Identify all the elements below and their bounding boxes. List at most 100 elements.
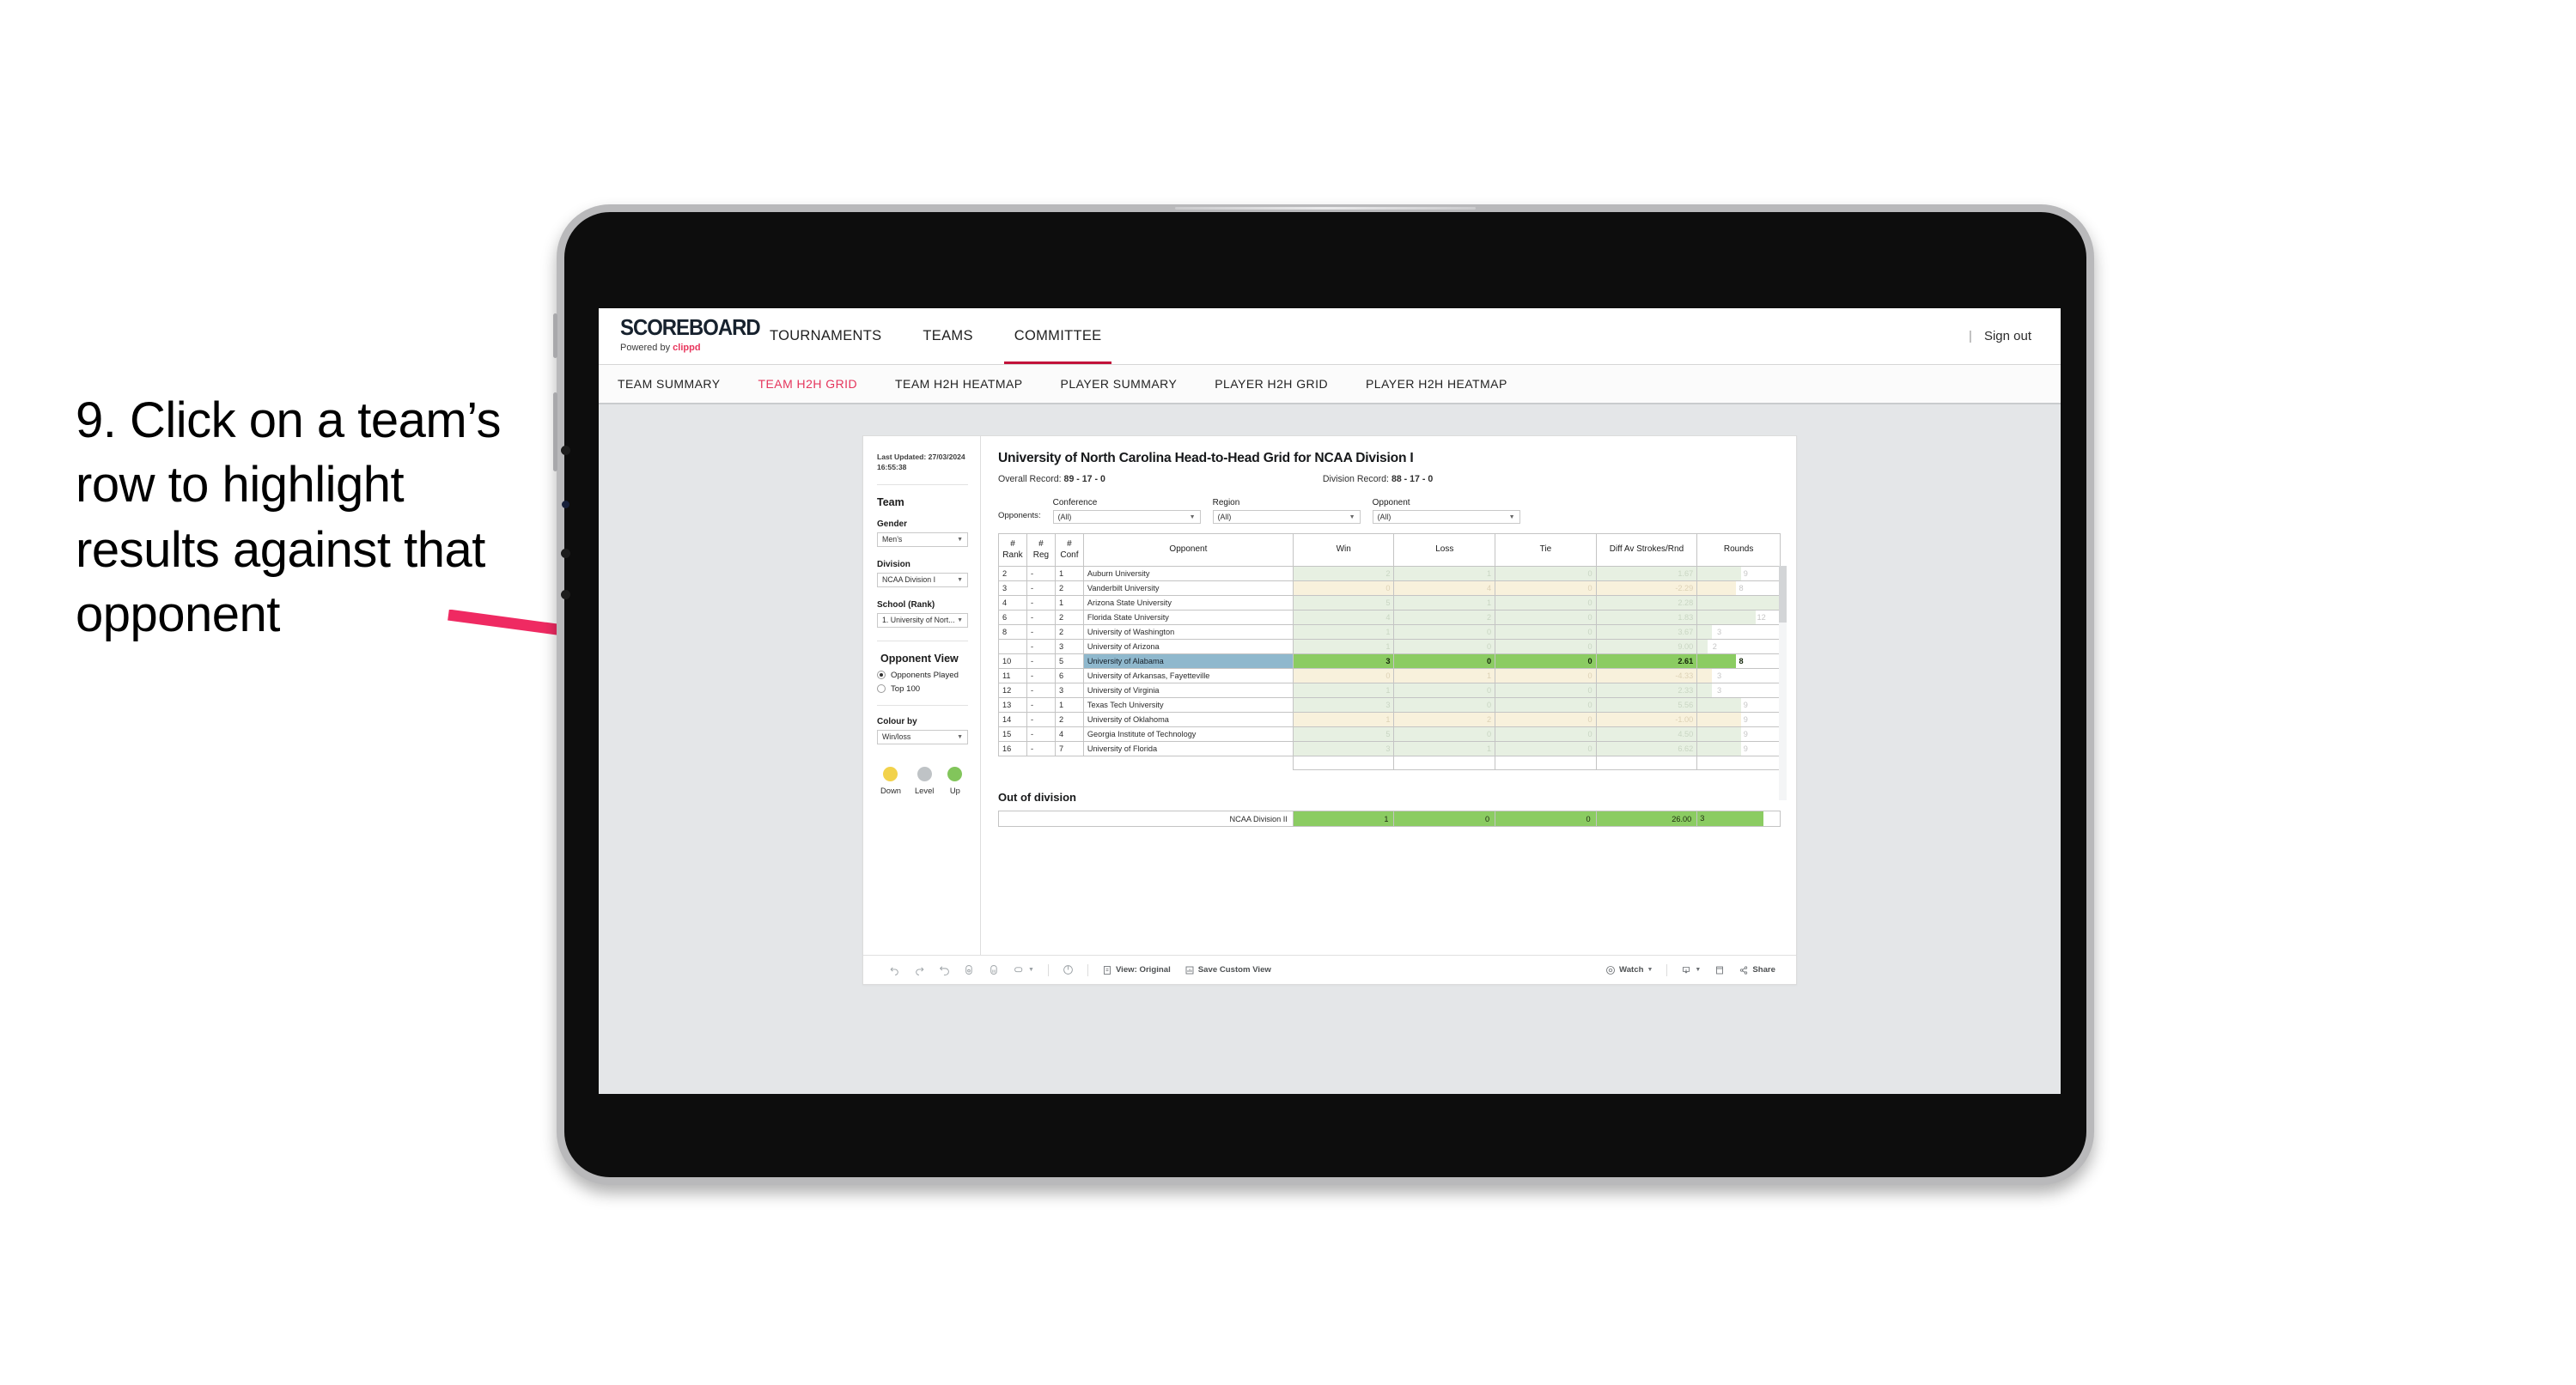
pan-icon[interactable]: ▼	[1007, 964, 1041, 975]
redo-icon[interactable]	[907, 964, 932, 975]
scrollbar-thumb[interactable]	[1779, 566, 1787, 623]
region-filter-label: Region	[1212, 498, 1240, 507]
table-scrollbar[interactable]	[1779, 566, 1787, 800]
cell-diff: 4.50	[1595, 726, 1698, 742]
table-row[interactable]: 16-7 University of Florida 3 1 0 6.62 9	[998, 741, 1781, 756]
radio-top-100[interactable]: Top 100	[877, 684, 968, 694]
cell-win: 3	[1292, 741, 1395, 756]
watch-label: Watch	[1619, 965, 1644, 975]
cell-diff: 2.28	[1595, 595, 1698, 610]
radio-opponents-played[interactable]: Opponents Played	[877, 671, 968, 680]
cell-rounds: 12	[1696, 610, 1781, 625]
table-header: # Rank # Reg # Conf Opponent Win Loss Ti…	[998, 533, 1781, 567]
colour-by-value: Win/loss	[882, 732, 911, 742]
table-header-row: # Rank # Reg # Conf Opponent Win Loss Ti…	[998, 533, 1781, 567]
chevron-down-icon: ▼	[957, 576, 963, 583]
school-select[interactable]: 1. University of Nort... ▼	[877, 612, 968, 628]
ood-label: NCAA Division II	[998, 811, 1294, 827]
watch-button[interactable]: Watch ▼	[1599, 965, 1659, 975]
nav-teams[interactable]: TEAMS	[902, 308, 993, 364]
opponent-filter-value: (All)	[1377, 513, 1392, 521]
cell-rounds: 8	[1696, 653, 1781, 669]
legend-up: Up	[947, 766, 963, 795]
cell-rounds: 9	[1696, 712, 1781, 727]
highlight-icon[interactable]	[1056, 964, 1081, 975]
share-label: Share	[1752, 965, 1775, 975]
table-row[interactable]: 8-2 University of Washington 1 0 0 3.67 3	[998, 624, 1781, 640]
tab-player-h2h-grid[interactable]: PLAYER H2H GRID	[1196, 377, 1347, 391]
ood-tie: 0	[1495, 811, 1597, 827]
col-conf: # Conf	[1054, 533, 1084, 567]
fullscreen-button[interactable]	[1708, 965, 1732, 975]
radio-opponents-played-label: Opponents Played	[891, 670, 959, 680]
division-select[interactable]: NCAA Division I ▼	[877, 572, 968, 587]
table-row[interactable]: 13-1 Texas Tech University 3 0 0 5.56 9	[998, 697, 1781, 713]
cell-win: 3	[1292, 697, 1395, 713]
cell-reg: -	[1026, 697, 1056, 713]
chevron-down-icon: ▼	[957, 536, 963, 543]
last-updated: Last Updated: 27/03/2024 16:55:38	[877, 452, 968, 473]
ood-rounds: 3	[1696, 811, 1781, 827]
save-custom-view-button[interactable]: Save Custom View	[1178, 965, 1278, 975]
opponent-filter-select[interactable]: (All) ▼	[1372, 510, 1520, 524]
colour-by-select[interactable]: Win/loss ▼	[877, 729, 968, 744]
cell-win: 5	[1292, 726, 1395, 742]
tab-team-h2h-grid[interactable]: TEAM H2H GRID	[740, 377, 877, 391]
table-row[interactable]: -3 University of Arizona 1 0 0 9.00 2	[998, 639, 1781, 654]
nav-tournaments[interactable]: TOURNAMENTS	[749, 308, 902, 364]
share-button[interactable]: Share	[1732, 965, 1782, 975]
tab-team-summary[interactable]: TEAM SUMMARY	[618, 377, 740, 391]
tab-player-h2h-heatmap[interactable]: PLAYER H2H HEATMAP	[1347, 377, 1526, 391]
save-custom-view-label: Save Custom View	[1197, 965, 1271, 975]
volume-down-button[interactable]	[553, 392, 557, 471]
out-of-division-row[interactable]: NCAA Division II 1 0 0 26.00 3	[998, 811, 1781, 827]
cell-tie: 0	[1495, 653, 1597, 669]
chevron-down-icon: ▼	[1695, 967, 1702, 973]
cell-rounds: 17	[1696, 595, 1781, 610]
cell-loss: 1	[1393, 595, 1496, 610]
cell-tie: 0	[1495, 595, 1597, 610]
download-button[interactable]: ▼	[1674, 965, 1708, 975]
table-row[interactable]: 3-2 Vanderbilt University 0 4 0 -2.29 8	[998, 580, 1781, 596]
gender-select[interactable]: Men’s ▼	[877, 532, 968, 547]
table-row[interactable]: 2-1 Auburn University 2 1 0 1.67 9	[998, 566, 1781, 581]
tablet-screen: SCOREBOARD Powered by clippd TOURNAMENTS…	[599, 308, 2061, 1094]
region-filter-select[interactable]: (All) ▼	[1212, 510, 1361, 524]
volume-up-button[interactable]	[553, 313, 557, 358]
undo-icon[interactable]	[882, 964, 907, 975]
cell-reg: -	[1026, 726, 1056, 742]
cell-tie: 0	[1495, 697, 1597, 713]
revert-icon[interactable]	[932, 964, 957, 975]
view-area: University of North Carolina Head-to-Hea…	[981, 436, 1796, 955]
radio-icon-selected	[877, 671, 886, 680]
brand-logo[interactable]: SCOREBOARD Powered by clippd	[599, 308, 761, 364]
cell-win: 1	[1292, 712, 1395, 727]
table-row[interactable]: 12-3 University of Virginia 1 0 0 2.33 3	[998, 683, 1781, 698]
cell-opponent: University of Oklahoma	[1082, 712, 1294, 727]
pause-refresh-icon[interactable]	[982, 964, 1007, 975]
spacer-left	[998, 756, 1294, 770]
table-row[interactable]: 15-4 Georgia Institute of Technology 5 0 0 4.…	[998, 726, 1781, 742]
chevron-down-icon: ▼	[957, 733, 963, 740]
tab-player-summary[interactable]: PLAYER SUMMARY	[1042, 377, 1197, 391]
view-original-button[interactable]: View: Original	[1095, 965, 1178, 975]
refresh-icon[interactable]	[957, 964, 982, 975]
nav-committee[interactable]: COMMITTEE	[994, 308, 1123, 364]
table-row[interactable]: 4-1Arizona State University5102.2817	[998, 595, 1781, 610]
col-win: Win	[1292, 533, 1395, 567]
conference-filter-select[interactable]: (All) ▼	[1052, 510, 1201, 524]
table-row[interactable]: 10-5 University of Alabama 3 0 0 2.61 8	[998, 653, 1781, 669]
cell-tie: 0	[1495, 726, 1597, 742]
table-row[interactable]: 6-2 Florida State University 4 2 0 1.83 12	[998, 610, 1781, 625]
tab-team-h2h-heatmap[interactable]: TEAM H2H HEATMAP	[876, 377, 1042, 391]
page-title: University of North Carolina Head-to-Hea…	[998, 451, 1414, 465]
cell-rounds: 9	[1696, 566, 1781, 581]
table-row[interactable]: 14-2 University of Oklahoma 1 2 0 -1.00 9	[998, 712, 1781, 727]
opponent-view-heading: Opponent View	[880, 652, 959, 665]
table-row[interactable]: 11-6 University of Arkansas, Fayetteville…	[998, 668, 1781, 683]
signout-link[interactable]: Sign out	[1984, 329, 2031, 343]
cell-loss: 0	[1393, 683, 1496, 698]
chevron-down-icon: ▼	[1189, 513, 1196, 520]
cell-conf: 1	[1054, 595, 1084, 610]
ood-win: 1	[1292, 811, 1395, 827]
